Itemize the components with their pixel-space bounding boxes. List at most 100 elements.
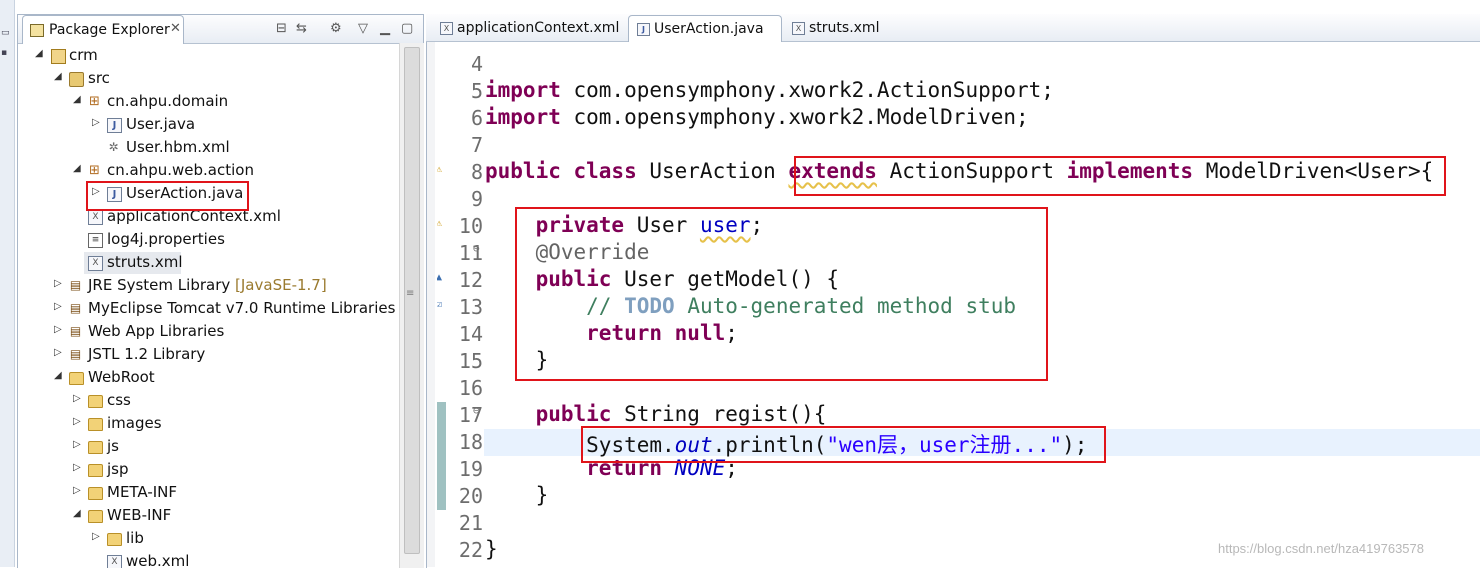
collapse-all-icon[interactable]: ⊟: [276, 21, 287, 36]
expand-icon[interactable]: ◢: [54, 370, 62, 381]
folder-icon: [69, 372, 84, 385]
fold-icon[interactable]: ⊖: [473, 242, 480, 255]
line-number: 7: [470, 133, 483, 157]
tree-item-label: JRE System Library [JavaSE-1.7]: [88, 276, 327, 294]
expand-icon[interactable]: ◢: [35, 48, 43, 59]
tab-useraction-java[interactable]: J UserAction.java: [628, 15, 782, 42]
tree-item[interactable]: ◢ WebRoot: [18, 367, 399, 389]
tree-item[interactable]: ▷ js: [18, 436, 399, 458]
tree-item-label: cn.ahpu.web.action: [107, 161, 254, 179]
maximize-icon[interactable]: ▢: [401, 21, 413, 36]
collapse-icon[interactable]: ▷: [73, 416, 81, 427]
tree-item[interactable]: ▷ css: [18, 390, 399, 412]
fold-icon[interactable]: ⊖: [473, 404, 480, 417]
warning-marker-icon[interactable]: ⚠: [437, 164, 442, 175]
tree-item[interactable]: ✲ User.hbm.xml: [18, 137, 399, 159]
tree-item[interactable]: ▷ lib: [18, 528, 399, 550]
watermark: https://blog.csdn.net/hza419763578: [1218, 541, 1424, 556]
tree-item[interactable]: ▷ J User.java: [18, 114, 399, 136]
tree-item[interactable]: X web.xml: [18, 551, 399, 568]
package-explorer-scrollbar[interactable]: ≡: [399, 43, 424, 568]
tree-item-label: images: [107, 414, 162, 432]
tab-label: Package Explorer: [49, 22, 170, 38]
library-icon: ▤: [69, 324, 82, 338]
tree-item-label: lib: [126, 529, 144, 547]
expand-icon[interactable]: ◢: [73, 163, 81, 174]
tree-item-label: WebRoot: [88, 368, 155, 386]
warning-marker-icon[interactable]: ⚠: [437, 218, 442, 229]
tree-item[interactable]: ◢ WEB-INF: [18, 505, 399, 527]
tab-label: UserAction.java: [654, 21, 764, 37]
xml-file-icon: X: [88, 210, 103, 225]
link-with-editor-icon[interactable]: ⇆: [296, 21, 307, 36]
properties-file-icon: ≡: [88, 233, 103, 248]
collapse-icon[interactable]: ▷: [73, 393, 81, 404]
tree-item[interactable]: ▷ ▤ JRE System Library [JavaSE-1.7]: [18, 275, 399, 297]
line-number: 10: [458, 214, 483, 238]
tree-item-label: META-INF: [107, 483, 178, 501]
highlight-box-extends-implements: [794, 156, 1446, 196]
tree-item[interactable]: ≡ log4j.properties: [18, 229, 399, 251]
expand-icon[interactable]: ◢: [73, 508, 81, 519]
code-line: ▲ 12 public User getModel() {: [437, 267, 839, 294]
code-text: com.opensymphony.xwork2.ActionSupport;: [560, 78, 1054, 102]
tab-package-explorer[interactable]: Package Explorer ✕: [22, 15, 184, 44]
highlight-box-println: [581, 426, 1106, 463]
collapse-icon[interactable]: ▷: [73, 485, 81, 496]
collapse-icon[interactable]: ▷: [54, 347, 62, 358]
tree-item-label: MyEclipse Tomcat v7.0 Runtime Libraries: [88, 299, 396, 317]
code-line: 5 import com.opensymphony.xwork2.ActionS…: [437, 78, 1054, 105]
collapse-icon[interactable]: ▷: [73, 439, 81, 450]
tree-item-selected[interactable]: X struts.xml: [84, 252, 183, 274]
collapse-icon[interactable]: ▷: [54, 278, 62, 289]
code-line: 15 }: [437, 348, 548, 375]
tree-item[interactable]: ▷ ▤ JSTL 1.2 Library: [18, 344, 399, 366]
tree-item[interactable]: ▷ META-INF: [18, 482, 399, 504]
collapse-icon[interactable]: ▷: [73, 462, 81, 473]
minimize-icon[interactable]: ▁: [380, 21, 390, 36]
collapse-icon[interactable]: ▷: [92, 531, 100, 542]
collapse-icon[interactable]: ▷: [54, 301, 62, 312]
view-menu-icon[interactable]: ▽: [358, 21, 368, 36]
tree-item-label: cn.ahpu.domain: [107, 92, 229, 110]
restore-icon[interactable]: ▭: [1, 28, 11, 38]
line-number: 22: [458, 538, 483, 562]
folder-icon: [88, 464, 103, 477]
tree-item-label: User.java: [126, 115, 196, 133]
code-line: ☑ 13 // TODO Auto-generated method stub: [437, 294, 1016, 321]
close-icon[interactable]: ✕: [170, 21, 181, 36]
collapse-icon[interactable]: ▷: [92, 117, 100, 128]
package-explorer-header: Package Explorer ✕ ⊟ ⇆ ⚙ ▽ ▁ ▢: [18, 15, 423, 44]
tree-item[interactable]: ▷ ▤ Web App Libraries: [18, 321, 399, 343]
tree-item[interactable]: ◢ ⊞ cn.ahpu.domain: [18, 91, 399, 113]
folder-icon: [88, 395, 103, 408]
collapse-icon[interactable]: ▷: [54, 324, 62, 335]
code-line: 6 import com.opensymphony.xwork2.ModelDr…: [437, 105, 1029, 132]
line-number: 18: [458, 430, 483, 454]
override-marker-icon[interactable]: ▲: [437, 272, 442, 283]
task-marker-icon[interactable]: ☑: [437, 299, 442, 310]
tree-item[interactable]: ◢ src: [18, 68, 399, 90]
expand-icon[interactable]: ◢: [73, 94, 81, 105]
scrollbar-thumb[interactable]: [404, 47, 420, 554]
java-file-icon: J: [107, 118, 122, 133]
tree-item-label: src: [88, 69, 110, 87]
library-icon: ▤: [69, 347, 82, 361]
tree-item[interactable]: ◢ crm: [18, 45, 399, 67]
tree-item[interactable]: ◢ ⊞ cn.ahpu.web.action: [18, 160, 399, 182]
tab-applicationcontext-xml[interactable]: X applicationContext.xml: [432, 15, 622, 41]
line-number: 16: [458, 376, 483, 400]
tree-item[interactable]: ▷ images: [18, 413, 399, 435]
highlight-box-model-driven: [515, 207, 1048, 381]
tree-item[interactable]: ▷ ▤ MyEclipse Tomcat v7.0 Runtime Librar…: [18, 298, 399, 320]
line-number: 8: [470, 160, 483, 184]
line-number: 20: [458, 484, 483, 508]
filter-icon[interactable]: ⚙: [330, 21, 342, 36]
code-line: 16: [437, 375, 488, 402]
view-icon[interactable]: ▪: [1, 48, 11, 58]
line-number: 9: [470, 187, 483, 211]
tab-struts-xml[interactable]: X struts.xml: [784, 15, 884, 41]
tree-item[interactable]: ▷ jsp: [18, 459, 399, 481]
expand-icon[interactable]: ◢: [54, 71, 62, 82]
tab-label: struts.xml: [809, 20, 880, 36]
